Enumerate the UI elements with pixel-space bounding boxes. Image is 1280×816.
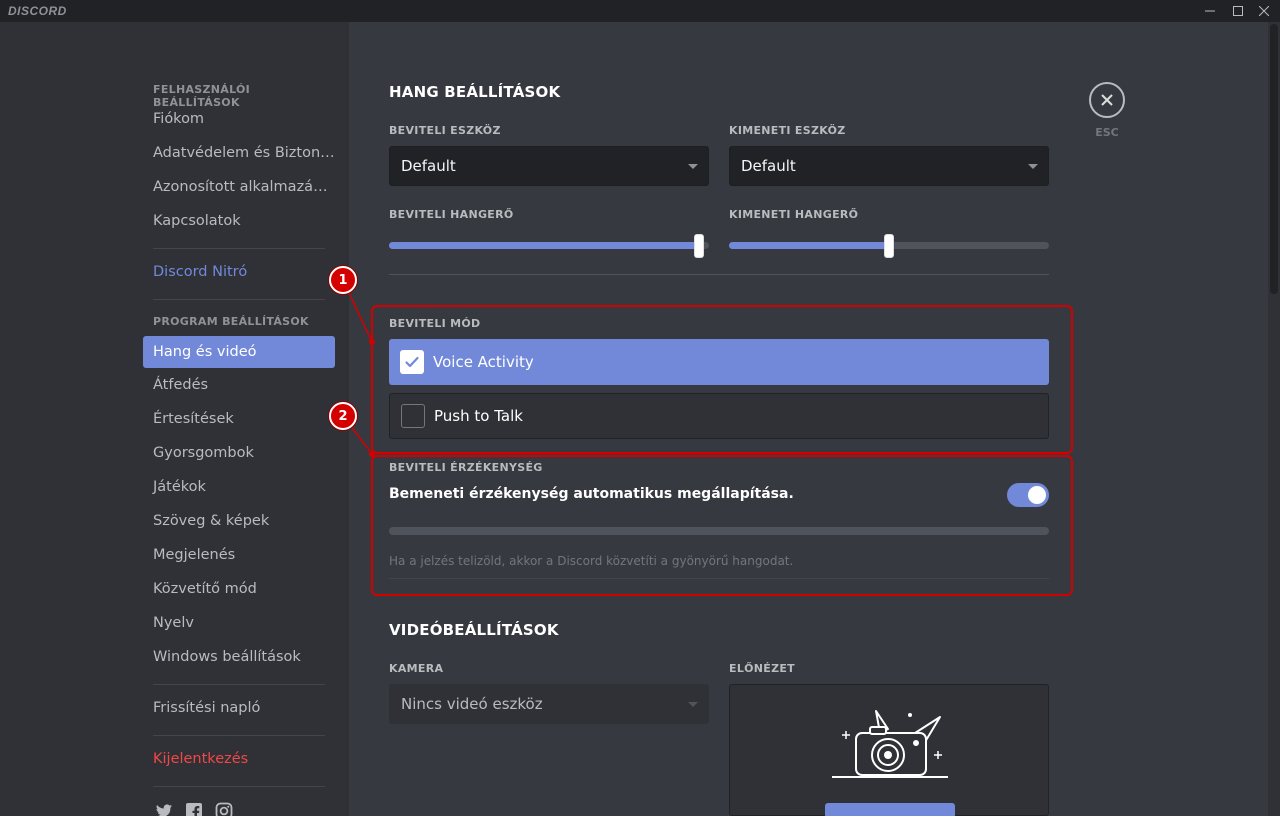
annotation-box-input-mode <box>371 305 1073 454</box>
annotation-box-sensitivity <box>371 455 1073 596</box>
annotation-marker: 1 <box>329 266 357 294</box>
annotation-marker: 2 <box>329 402 357 430</box>
